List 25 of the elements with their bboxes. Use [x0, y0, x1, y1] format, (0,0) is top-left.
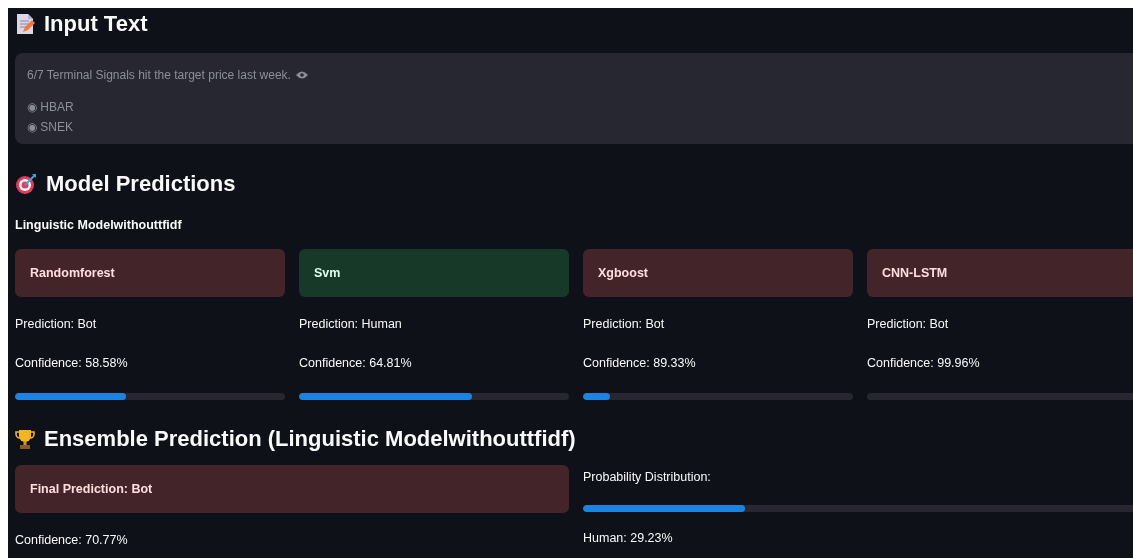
- text-area[interactable]: 6/7 Terminal Signals hit the target price last week. ◉ HBAR ◉ SNEK: [15, 53, 1133, 144]
- probability-text: Human: 29.23%: [583, 531, 673, 545]
- distribution-label: Probability Distribution:: [583, 470, 711, 484]
- memo-icon: [15, 13, 35, 35]
- trophy-icon: [15, 428, 35, 450]
- prediction-text: Prediction: Bot: [15, 317, 97, 331]
- prediction-card: Xgboost: [583, 249, 853, 297]
- eye-icon: [295, 71, 308, 79]
- prediction-text: Prediction: Human: [299, 317, 402, 331]
- confidence-text: Confidence: 64.81%: [299, 356, 412, 370]
- prediction-text: Prediction: Bot: [583, 317, 665, 331]
- confidence-text: Confidence: 58.58%: [15, 356, 128, 370]
- prediction-card: Final Prediction: Bot: [15, 465, 569, 513]
- target-icon: [15, 173, 37, 195]
- subheading: Linguistic Modelwithouttfidf: [15, 218, 182, 232]
- prediction-card: CNN-LSTM: [867, 249, 1133, 297]
- prediction-card: Svm: [299, 249, 569, 297]
- section-heading: Input Text: [44, 11, 148, 37]
- confidence-text: Confidence: 70.77%: [15, 533, 128, 547]
- section-heading: Ensemble Prediction (Linguistic Modelwithouttfidf): [44, 426, 576, 452]
- prediction-text: Prediction: Bot: [867, 317, 949, 331]
- prediction-card: Randomforest: [15, 249, 285, 297]
- confidence-text: Confidence: 99.96%: [867, 356, 980, 370]
- section-heading: Model Predictions: [46, 171, 236, 197]
- confidence-text: Confidence: 89.33%: [583, 356, 696, 370]
